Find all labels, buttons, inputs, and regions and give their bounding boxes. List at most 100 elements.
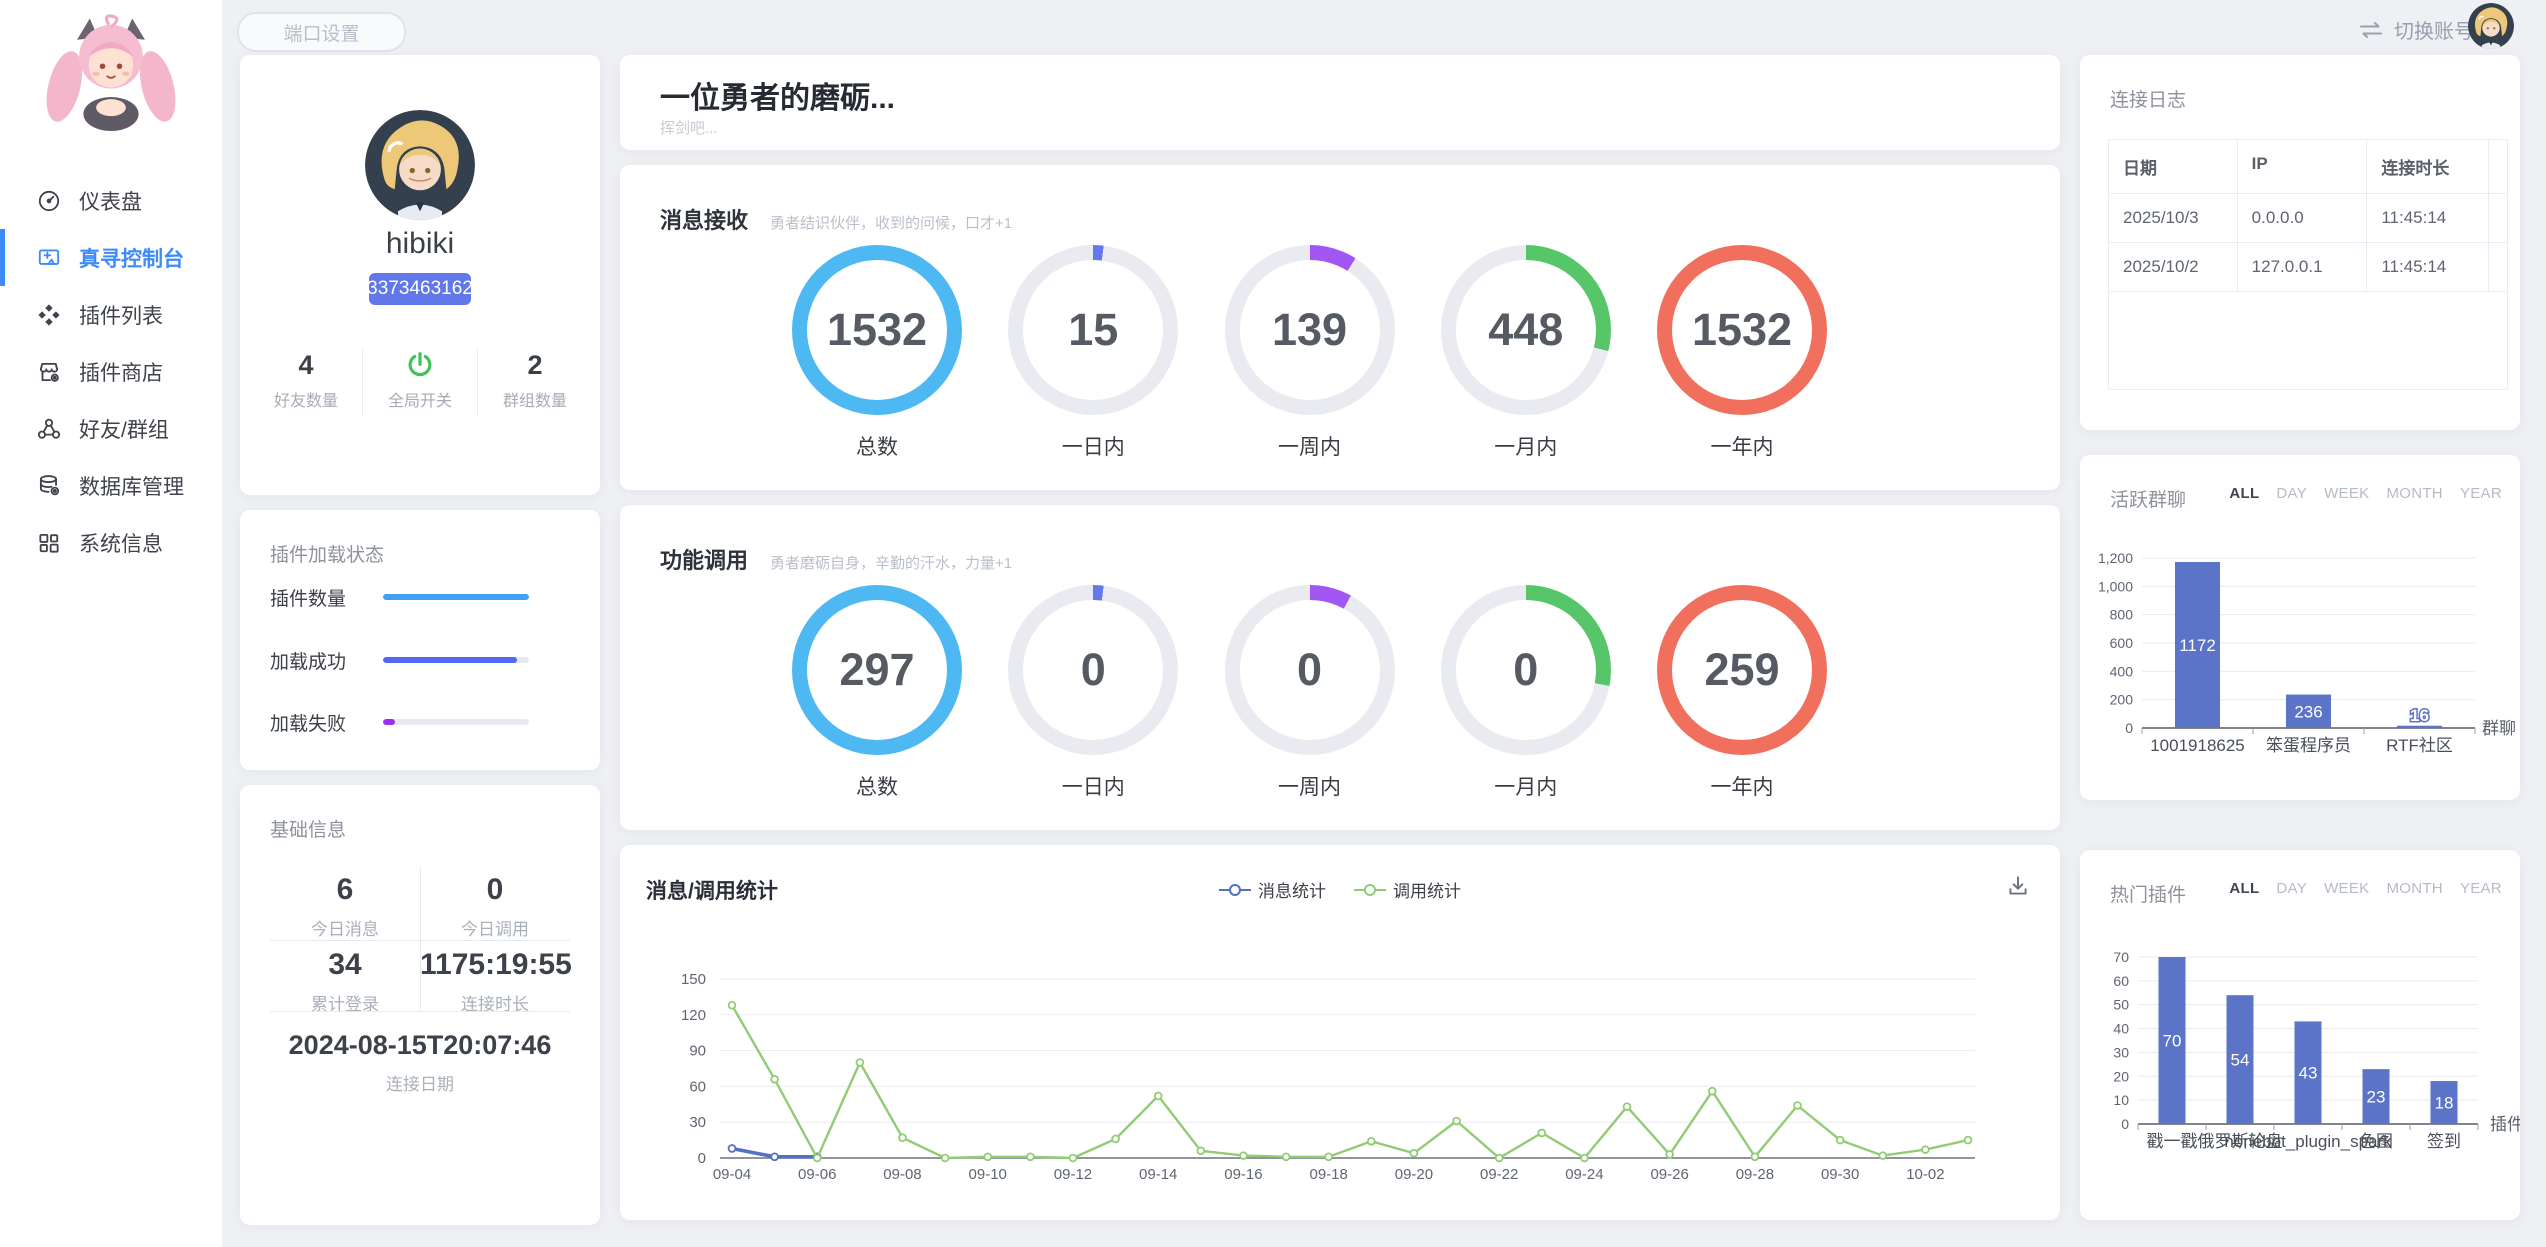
global-switch-stat[interactable]: 全局开关 (362, 347, 478, 411)
svg-text:70: 70 (2163, 1032, 2182, 1051)
svg-text:20: 20 (2113, 1068, 2129, 1084)
today-calls-stat: 0今日调用 (420, 873, 570, 940)
svg-text:18: 18 (2435, 1094, 2454, 1113)
system-icon (36, 530, 62, 556)
hot-plugins-card: 热门插件 ALL DAY WEEK MONTH YEAR 01020304050… (2080, 850, 2520, 1220)
message-stats-subtitle: 勇者结识伙伴，收到的问候，口才+1 (770, 212, 1012, 233)
progress-ring: 1532 (792, 245, 962, 415)
connect-date-label: 连接日期 (240, 1070, 600, 1095)
load-success-bar (383, 657, 529, 663)
svg-text:60: 60 (689, 1078, 706, 1095)
dashboard-page: 仪表盘 真寻控制台 插件列表 (0, 0, 2546, 1247)
friends-count-stat: 4 好友数量 (248, 347, 364, 411)
svg-text:30: 30 (2113, 1044, 2129, 1060)
today-messages-stat: 6今日消息 (270, 873, 420, 940)
message-rings-row: 1532 总数 15 一日内 139 一周内 448 一月内 1532 一年内 (792, 245, 1827, 461)
progress-ring: 1532 (1657, 245, 1827, 415)
svg-text:签到: 签到 (2427, 1132, 2461, 1151)
svg-text:插件: 插件 (2490, 1115, 2520, 1134)
sidebar-item-dashboard[interactable]: 仪表盘 (0, 172, 222, 229)
groups-count-value: 2 (477, 347, 593, 383)
stat-ring-month: 448 一月内 (1441, 245, 1611, 461)
logs-title: 连接日志 (2110, 85, 2186, 112)
svg-text:54: 54 (2231, 1051, 2250, 1070)
legend-item[interactable]: 消息统计 (1219, 877, 1326, 902)
svg-text:120: 120 (681, 1007, 706, 1024)
plugins-icon (36, 302, 62, 328)
store-icon (36, 359, 62, 385)
sidebar-item-label: 插件列表 (79, 300, 163, 330)
sidebar-item-label: 数据库管理 (79, 471, 184, 501)
stat-ring-day: 0 一日内 (1008, 585, 1178, 801)
svg-text:09-20: 09-20 (1395, 1166, 1433, 1183)
legend-label: 调用统计 (1393, 877, 1461, 902)
legend-item[interactable]: 调用统计 (1354, 877, 1461, 902)
svg-text:200: 200 (2110, 692, 2134, 708)
sidebar-item-system-info[interactable]: 系统信息 (0, 514, 222, 571)
groups-count-label: 群组数量 (477, 387, 593, 411)
svg-text:1,000: 1,000 (2098, 578, 2133, 594)
hero-title: 一位勇者的磨砺... (660, 73, 895, 117)
svg-text:150: 150 (681, 971, 706, 988)
avatar-image (2468, 3, 2514, 49)
progress-ring: 297 (792, 585, 962, 755)
console-icon (36, 245, 62, 271)
call-stats-subtitle: 勇者磨砺自身，辛勤的汗水，力量+1 (770, 552, 1012, 573)
active-groups-bar-chart: 02004006008001,0001,20011721001918625236… (2080, 455, 2520, 800)
svg-text:600: 600 (2110, 635, 2134, 651)
svg-text:笨蛋程序员: 笨蛋程序员 (2266, 736, 2351, 755)
sidebar: 仪表盘 真寻控制台 插件列表 (0, 0, 222, 1247)
message-stats-card: 消息接收 勇者结识伙伴，收到的问候，口才+1 1532 总数 15 一日内 13… (620, 165, 2060, 490)
call-rings-row: 297 总数 0 一日内 0 一周内 0 一月内 259 一年内 (792, 585, 1827, 801)
svg-text:09-22: 09-22 (1480, 1166, 1518, 1183)
global-switch-label: 全局开关 (362, 387, 478, 411)
svg-text:09-28: 09-28 (1736, 1166, 1774, 1183)
svg-text:60: 60 (2113, 973, 2129, 989)
avatar-image (365, 110, 475, 220)
progress-ring: 448 (1441, 245, 1611, 415)
svg-text:09-06: 09-06 (798, 1166, 836, 1183)
plugin-status-title: 插件加载状态 (270, 540, 384, 567)
sidebar-item-label: 好友/群组 (79, 414, 169, 444)
plugin-count-label: 插件数量 (270, 584, 383, 611)
connection-logs-card: 连接日志 日期 IP 连接时长 2025/10/3 0.0.0.0 11:45:… (2080, 55, 2520, 430)
bot-avatar[interactable] (365, 110, 475, 220)
stat-ring-total: 1532 总数 (792, 245, 962, 461)
port-settings-button[interactable]: 端口设置 (237, 12, 406, 52)
svg-text:09-18: 09-18 (1310, 1166, 1348, 1183)
svg-text:90: 90 (689, 1043, 706, 1060)
sidebar-item-friends-groups[interactable]: 好友/群组 (0, 400, 222, 457)
sidebar-item-label: 插件商店 (79, 357, 163, 387)
call-stats-title: 功能调用 (660, 543, 748, 575)
switch-account-button[interactable]: 切换账号 (2358, 15, 2474, 44)
svg-text:10: 10 (2113, 1092, 2129, 1108)
svg-text:800: 800 (2110, 607, 2134, 623)
sidebar-item-database[interactable]: 数据库管理 (0, 457, 222, 514)
download-icon[interactable] (2005, 873, 2031, 899)
sidebar-item-console[interactable]: 真寻控制台 (0, 229, 222, 286)
legend-marker-icon (1219, 883, 1251, 897)
account-avatar[interactable] (2468, 3, 2514, 49)
plugin-count-bar (383, 594, 529, 600)
sidebar-item-label: 仪表盘 (79, 186, 142, 216)
logs-table: 日期 IP 连接时长 2025/10/3 0.0.0.0 11:45:14 20… (2108, 139, 2508, 390)
svg-text:50: 50 (2113, 997, 2129, 1013)
load-fail-row: 加载失败 (270, 707, 570, 737)
svg-text:09-16: 09-16 (1224, 1166, 1262, 1183)
progress-ring: 0 (1225, 585, 1395, 755)
sidebar-menu: 仪表盘 真寻控制台 插件列表 (0, 172, 222, 571)
call-stats-card: 功能调用 勇者磨砺自身，辛勤的汗水，力量+1 297 总数 0 一日内 0 一周… (620, 505, 2060, 830)
svg-text:0: 0 (2125, 720, 2133, 736)
sidebar-item-label: 系统信息 (79, 528, 163, 558)
progress-ring: 139 (1225, 245, 1395, 415)
sidebar-item-plugin-list[interactable]: 插件列表 (0, 286, 222, 343)
svg-text:1172: 1172 (2179, 636, 2216, 655)
svg-text:09-30: 09-30 (1821, 1166, 1859, 1183)
sidebar-item-plugin-store[interactable]: 插件商店 (0, 343, 222, 400)
logs-table-header: 日期 IP 连接时长 (2109, 140, 2507, 194)
friends-count-value: 4 (248, 347, 364, 383)
profile-stats: 4 好友数量 全局开关 2 群组数量 (240, 347, 600, 419)
progress-ring: 15 (1008, 245, 1178, 415)
svg-text:09-08: 09-08 (883, 1166, 921, 1183)
basic-info-title: 基础信息 (270, 815, 346, 842)
